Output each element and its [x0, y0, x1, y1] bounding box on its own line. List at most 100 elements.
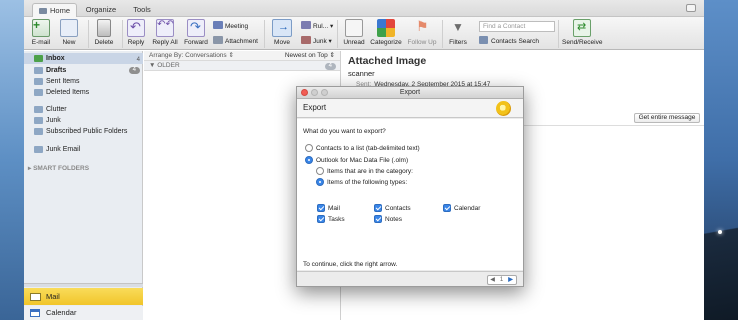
- sidebar-item-clutter[interactable]: Clutter: [24, 104, 143, 115]
- radio-items-in-category[interactable]: Items that are in the category:: [316, 167, 413, 176]
- group-header-older[interactable]: ▼ OLDER 4: [144, 61, 340, 71]
- envelope-icon: [345, 19, 363, 37]
- message-sender[interactable]: scanner: [348, 69, 375, 78]
- arrange-by-label: Arrange By: Conversations: [149, 52, 227, 59]
- attachment-icon: [213, 36, 223, 44]
- tab-organize[interactable]: Organize: [84, 3, 118, 17]
- categorize-icon: [377, 19, 395, 37]
- reply-all-button[interactable]: Reply All: [151, 19, 179, 46]
- smart-folders-header[interactable]: ▸ SMART FOLDERS: [28, 164, 89, 172]
- calendar-icon: [30, 309, 40, 317]
- move-button[interactable]: Move: [268, 19, 296, 46]
- option-label: Outlook for Mac Data File (.olm): [316, 157, 409, 164]
- rules-label: Rul...: [313, 23, 329, 30]
- dialog-footer: ◀ 1 ▶: [297, 271, 523, 286]
- radio-olm-file[interactable]: Outlook for Mac Data File (.olm): [305, 156, 408, 165]
- radio-icon: [305, 144, 313, 152]
- checkbox-tasks[interactable]: Tasks: [317, 215, 345, 224]
- message-list-header: Arrange By: Conversations ⇕ Newest on To…: [144, 51, 340, 61]
- checkbox-calendar[interactable]: Calendar: [443, 204, 480, 213]
- folder-icon: [34, 146, 43, 153]
- sidebar-item-drafts[interactable]: Drafts 4: [24, 65, 143, 76]
- unread-button[interactable]: Unread: [342, 19, 366, 46]
- dialog-body: What do you want to export? Contacts to …: [297, 119, 523, 270]
- dialog-header: Export: [297, 99, 523, 118]
- sidebar-item-inbox[interactable]: Inbox 4: [24, 53, 143, 64]
- get-entire-message-button[interactable]: Get entire message: [634, 113, 700, 123]
- forward-button[interactable]: Forward: [183, 19, 209, 46]
- sidebar-item-label: Clutter: [46, 106, 67, 113]
- option-label: Items of the following types:: [327, 179, 408, 186]
- meeting-button[interactable]: Meeting: [213, 21, 248, 31]
- follow-up-button[interactable]: Follow Up: [406, 18, 438, 46]
- ribbon-divider: [337, 20, 338, 48]
- drafts-count: 4: [128, 67, 140, 74]
- nav-calendar[interactable]: Calendar: [24, 306, 143, 320]
- email-button[interactable]: E-mail: [30, 18, 52, 46]
- collapse-ribbon-button[interactable]: [686, 4, 696, 12]
- categorize-button[interactable]: Categorize: [370, 19, 402, 46]
- attachment-button[interactable]: Attachment: [213, 36, 258, 46]
- radio-contacts-list[interactable]: Contacts to a list (tab-delimited text): [305, 144, 420, 153]
- checkbox-contacts[interactable]: Contacts: [374, 204, 411, 213]
- checkbox-label: Contacts: [385, 205, 411, 212]
- forward-icon: [187, 19, 205, 37]
- filters-button[interactable]: Filters: [446, 19, 470, 46]
- sidebar-resize-handle[interactable]: [24, 283, 143, 287]
- ribbon-divider: [88, 20, 89, 48]
- outlook-logo-icon: [496, 101, 511, 116]
- mail-icon: [30, 293, 41, 301]
- sidebar-item-label: Junk: [46, 117, 61, 124]
- checkbox-checked-icon: [317, 204, 325, 212]
- sidebar-item-junk[interactable]: Junk: [24, 115, 143, 126]
- radio-selected-icon: [316, 178, 324, 186]
- group-count: 4: [324, 63, 336, 70]
- tab-home[interactable]: Home: [32, 3, 77, 17]
- sidebar-item-label: Sent Items: [46, 78, 80, 85]
- find-contact-input[interactable]: Find a Contact: [479, 21, 555, 32]
- sidebar-item-deleted[interactable]: Deleted Items: [24, 87, 143, 98]
- sidebar-item-junk-email[interactable]: Junk Email: [24, 144, 143, 155]
- checkbox-notes[interactable]: Notes: [374, 215, 402, 224]
- email-label: E-mail: [31, 39, 51, 46]
- nav-mail-label: Mail: [46, 292, 60, 301]
- dialog-titlebar: Export: [297, 87, 523, 99]
- previous-arrow-button[interactable]: ◀: [488, 276, 497, 284]
- ribbon-divider: [442, 20, 443, 48]
- checkbox-label: Notes: [385, 216, 402, 223]
- send-receive-label: Send/Receive: [562, 39, 603, 46]
- new-items-button[interactable]: New: [56, 19, 82, 46]
- contacts-search-label: Contacts Search: [491, 38, 540, 45]
- drafts-icon: [34, 67, 43, 74]
- sidebar-item-sent[interactable]: Sent Items: [24, 76, 143, 87]
- arrange-by-menu[interactable]: Arrange By: Conversations ⇕: [149, 51, 234, 61]
- filter-icon: [449, 19, 467, 37]
- tab-tools[interactable]: Tools: [131, 3, 153, 17]
- radio-items-of-types[interactable]: Items of the following types:: [316, 178, 407, 187]
- export-dialog: Export Export What do you want to export…: [296, 86, 524, 287]
- delete-button[interactable]: Delete: [92, 19, 116, 46]
- sidebar-item-public-folders[interactable]: Subscribed Public Folders: [24, 126, 143, 137]
- nav-mail[interactable]: Mail: [24, 288, 143, 305]
- reply-button[interactable]: Reply: [125, 19, 147, 46]
- minimize-icon: [311, 89, 318, 96]
- sidebar-item-label: Inbox: [46, 55, 65, 62]
- send-receive-button[interactable]: Send/Receive: [562, 19, 602, 46]
- next-arrow-button[interactable]: ▶: [506, 276, 515, 284]
- categorize-label: Categorize: [370, 39, 402, 46]
- tab-home-label: Home: [49, 6, 70, 15]
- sidebar-item-label: Deleted Items: [46, 89, 90, 96]
- delete-label: Delete: [94, 39, 114, 46]
- checkbox-label: Calendar: [454, 205, 481, 212]
- contacts-search-button[interactable]: Contacts Search: [479, 36, 539, 45]
- close-icon[interactable]: [301, 89, 308, 96]
- new-items-icon: [60, 19, 78, 37]
- checkbox-mail[interactable]: Mail: [317, 204, 340, 213]
- rules-button[interactable]: Rul... ▾: [301, 21, 333, 31]
- meeting-icon: [213, 21, 223, 29]
- junk-button[interactable]: Junk ▾: [301, 36, 332, 46]
- checkbox-checked-icon: [374, 204, 382, 212]
- meeting-label: Meeting: [225, 23, 249, 30]
- sort-order-menu[interactable]: Newest on Top ⇕: [285, 51, 335, 61]
- forward-label: Forward: [184, 39, 208, 46]
